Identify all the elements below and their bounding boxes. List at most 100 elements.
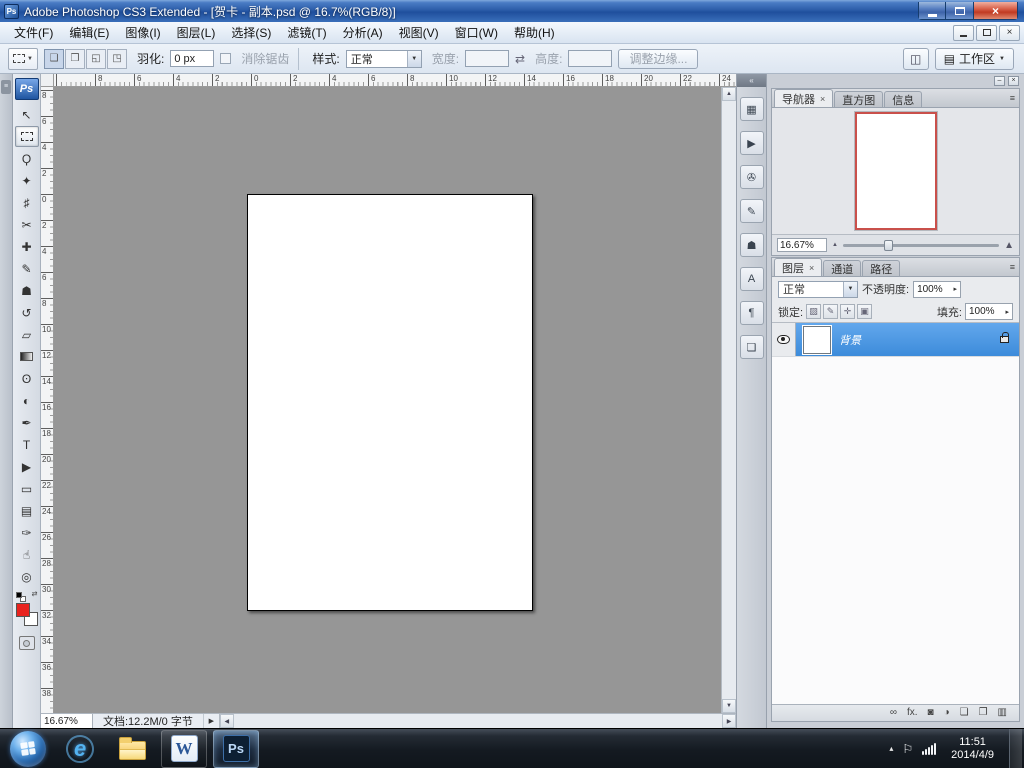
paragraph-panel-button[interactable]: ¶ (740, 301, 764, 325)
zoom-out-icon[interactable]: ▲ (832, 242, 838, 248)
menu-item[interactable]: 图像(I) (117, 21, 168, 44)
scrollbar-track[interactable] (722, 101, 736, 699)
clone-stamp-tool[interactable]: ☗ (15, 280, 39, 301)
menu-item[interactable]: 帮助(H) (506, 21, 563, 44)
pen-tool[interactable]: ✒ (15, 412, 39, 433)
vertical-ruler[interactable]: 864202468101214161820222426283032343638 (41, 87, 54, 713)
link-layers-button[interactable]: ∞ (890, 708, 897, 718)
zoom-slider[interactable] (843, 244, 999, 247)
close-button[interactable]: × (974, 2, 1018, 20)
new-selection-button[interactable]: ❑ (44, 49, 64, 69)
document-close-button[interactable]: × (999, 25, 1020, 41)
height-input[interactable] (568, 50, 612, 67)
character-panel-button[interactable]: A (740, 267, 764, 291)
new-adjustment-layer-button[interactable]: ◑ (944, 708, 950, 718)
gradient-tool[interactable] (15, 346, 39, 367)
tab-close-icon[interactable]: × (809, 263, 814, 273)
maximize-button[interactable] (946, 2, 974, 20)
quick-selection-tool[interactable]: ✦ (15, 170, 39, 191)
add-to-selection-button[interactable]: ❒ (65, 49, 85, 69)
slider-popup-icon[interactable]: ▸ (954, 285, 958, 293)
menu-item[interactable]: 编辑(E) (61, 21, 117, 44)
rectangular-marquee-tool[interactable] (15, 126, 39, 147)
document-canvas[interactable] (247, 194, 533, 611)
opacity-input[interactable]: 100% ▸ (913, 281, 961, 298)
taskbar-explorer-button[interactable] (109, 730, 155, 768)
tab-navigator[interactable]: 导航器 × (774, 89, 833, 107)
status-menu-button[interactable]: ▶ (203, 714, 219, 728)
tab-layers[interactable]: 图层 × (774, 258, 822, 276)
panel-menu-icon[interactable]: ≡ (1010, 262, 1015, 272)
scroll-up-button[interactable]: ▲ (722, 87, 736, 101)
move-tool[interactable]: ↖ (15, 104, 39, 125)
go-to-bridge-button[interactable]: ◫ (903, 48, 929, 70)
menu-item[interactable]: 图层(L) (169, 21, 224, 44)
layer-comps-panel-button[interactable]: ❏ (740, 335, 764, 359)
workspace-button[interactable]: ▤ 工作区 ▼ (935, 48, 1014, 70)
hand-tool[interactable]: ☝ (15, 544, 39, 565)
zoom-tool[interactable]: ◎ (15, 566, 39, 587)
antialias-checkbox[interactable] (220, 53, 231, 64)
swap-colors-icon[interactable]: ⇄ (32, 590, 38, 598)
navigator-proxy-view[interactable] (855, 112, 937, 230)
blur-tool[interactable]: ʘ (15, 368, 39, 389)
document-minimize-button[interactable] (953, 25, 974, 41)
swap-dimensions-icon[interactable]: ⇄ (515, 52, 525, 66)
zoom-in-icon[interactable]: ▲ (1004, 240, 1014, 251)
action-center-icon[interactable]: ⚐ (902, 742, 913, 756)
menu-item[interactable]: 分析(A) (335, 21, 391, 44)
swatches-panel-button[interactable]: ▦ (740, 97, 764, 121)
scrollbar-track[interactable] (234, 714, 722, 728)
menu-item[interactable]: 视图(V) (391, 21, 447, 44)
shape-tool[interactable]: ▭ (15, 478, 39, 499)
ruler-origin-corner[interactable] (41, 74, 54, 87)
style-select[interactable]: 正常 ▼ (346, 50, 422, 68)
collapse-dock-button[interactable]: « (737, 74, 766, 87)
brushes-panel-button[interactable]: ✎ (740, 199, 764, 223)
tab-info[interactable]: 信息 × (884, 91, 922, 107)
scroll-down-button[interactable]: ▼ (722, 699, 736, 713)
subtract-from-selection-button[interactable]: ◱ (86, 49, 106, 69)
width-input[interactable] (465, 50, 509, 67)
zoom-slider-thumb[interactable] (884, 240, 893, 251)
tab-channels[interactable]: 通道 × (823, 260, 861, 276)
lasso-tool[interactable]: Ϙ (15, 148, 39, 169)
show-desktop-button[interactable] (1009, 729, 1022, 768)
lock-pixels-icon[interactable]: ✎ (823, 304, 838, 319)
menu-item[interactable]: 滤镜(T) (279, 21, 334, 44)
vertical-scrollbar[interactable]: ▲ ▼ (721, 87, 736, 713)
quick-mask-button[interactable] (19, 636, 35, 650)
blend-mode-select[interactable]: 正常 ▼ (778, 281, 858, 298)
document-restore-button[interactable] (976, 25, 997, 41)
path-selection-tool[interactable]: ▶ (15, 456, 39, 477)
eraser-tool[interactable]: ▱ (15, 324, 39, 345)
fill-input[interactable]: 100% ▸ (965, 303, 1013, 320)
canvas-viewport[interactable] (54, 87, 721, 713)
crop-tool[interactable]: ♯ (15, 192, 39, 213)
history-brush-tool[interactable]: ↺ (15, 302, 39, 323)
notes-tool[interactable]: ▤ (15, 500, 39, 521)
default-colors-icon[interactable] (16, 592, 22, 598)
network-icon[interactable] (922, 743, 936, 755)
tab-paths[interactable]: 路径 × (862, 260, 900, 276)
taskbar-word-button[interactable]: W (161, 730, 207, 768)
lock-transparency-icon[interactable]: ▨ (806, 304, 821, 319)
photoshop-logo[interactable]: Ps (15, 78, 39, 100)
slider-popup-icon[interactable]: ▸ (1005, 308, 1009, 316)
taskbar-clock[interactable]: 11:51 2014/4/9 (945, 736, 1000, 762)
lock-position-icon[interactable]: ✛ (840, 304, 855, 319)
minimize-button[interactable] (918, 2, 946, 20)
tool-presets-panel-button[interactable]: ✇ (740, 165, 764, 189)
navigator-zoom-input[interactable]: 16.67% (777, 238, 827, 252)
visibility-toggle[interactable] (772, 323, 796, 356)
taskbar-photoshop-button[interactable]: Ps (213, 730, 259, 768)
menu-item[interactable]: 文件(F) (6, 21, 61, 44)
type-tool[interactable]: T (15, 434, 39, 455)
brush-tool[interactable]: ✎ (15, 258, 39, 279)
start-button[interactable] (10, 731, 46, 767)
layer-thumbnail[interactable] (803, 326, 831, 354)
layer-style-button[interactable]: fx. (907, 708, 918, 718)
toolbox-grip[interactable]: ≡ (1, 80, 11, 94)
panel-menu-icon[interactable]: ≡ (1010, 93, 1015, 103)
feather-input[interactable]: 0 px (170, 50, 214, 67)
